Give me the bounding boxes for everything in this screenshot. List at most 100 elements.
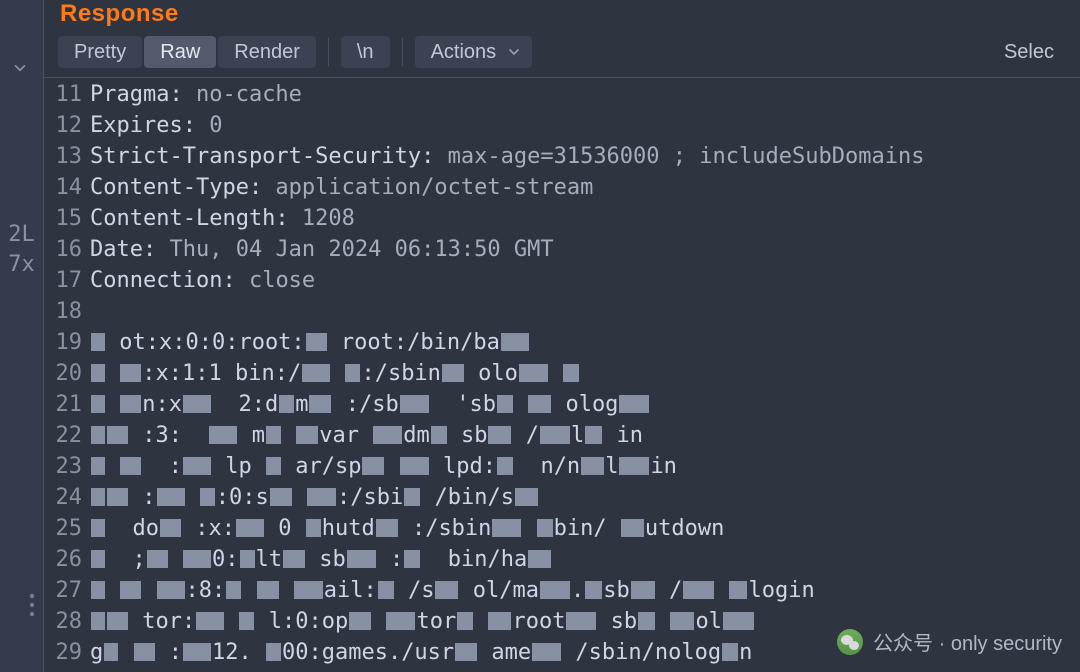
redaction-block bbox=[91, 395, 105, 413]
redaction-block bbox=[362, 457, 384, 475]
redaction-block bbox=[378, 581, 394, 599]
header-value: max-age=31536000 ; includeSubDomains bbox=[434, 144, 924, 169]
redaction-block bbox=[349, 612, 371, 630]
newline-toggle-button[interactable]: \n bbox=[341, 36, 390, 68]
left-sidebar: 2L 7x bbox=[0, 0, 44, 672]
redaction-block bbox=[91, 457, 105, 475]
redaction-block bbox=[306, 519, 321, 537]
code-line: :8: ail: /s ol/ma.sb / login bbox=[90, 575, 1080, 606]
redaction-block bbox=[566, 612, 596, 630]
select-button[interactable]: Selec bbox=[988, 36, 1070, 68]
redaction-block bbox=[270, 488, 292, 506]
actions-menu-button[interactable]: Actions bbox=[415, 36, 533, 68]
redaction-block bbox=[147, 550, 168, 568]
redaction-block bbox=[266, 426, 281, 444]
redaction-block bbox=[296, 426, 318, 444]
redaction-block bbox=[91, 550, 105, 568]
code-line: Date: Thu, 04 Jan 2024 06:13:50 GMT bbox=[90, 234, 1080, 265]
redaction-block bbox=[376, 519, 398, 537]
toolbar-divider bbox=[328, 38, 329, 66]
redaction-block bbox=[386, 612, 415, 630]
redaction-block bbox=[160, 519, 181, 537]
chevron-down-icon bbox=[506, 44, 522, 60]
tab-render[interactable]: Render bbox=[218, 36, 316, 68]
header-key: Pragma: bbox=[90, 82, 183, 107]
redaction-block bbox=[435, 581, 458, 599]
redaction-block bbox=[91, 364, 105, 382]
redaction-block bbox=[683, 581, 714, 599]
redaction-block bbox=[157, 581, 185, 599]
code-line: Expires: 0 bbox=[90, 110, 1080, 141]
redaction-block bbox=[519, 364, 548, 382]
redaction-block bbox=[294, 581, 323, 599]
redaction-block bbox=[107, 488, 128, 506]
redaction-block bbox=[200, 488, 215, 506]
redaction-block bbox=[183, 550, 211, 568]
drag-handle-icon[interactable] bbox=[30, 594, 34, 616]
redaction-block bbox=[266, 457, 281, 475]
redaction-block bbox=[104, 643, 118, 661]
line-number: 27 bbox=[44, 575, 82, 606]
line-number: 12 bbox=[44, 110, 82, 141]
header-value: Thu, 04 Jan 2024 06:13:50 GMT bbox=[156, 237, 553, 262]
line-number: 14 bbox=[44, 172, 82, 203]
line-number: 20 bbox=[44, 358, 82, 389]
header-key: Expires: bbox=[90, 113, 196, 138]
redaction-block bbox=[91, 581, 105, 599]
redaction-block bbox=[283, 550, 305, 568]
redaction-block bbox=[120, 395, 141, 413]
watermark-label: 公众号 · only security bbox=[873, 627, 1062, 656]
chevron-down-icon[interactable] bbox=[8, 56, 32, 80]
code-line: Content-Type: application/octet-stream bbox=[90, 172, 1080, 203]
redaction-block bbox=[532, 643, 561, 661]
code-line: Content-Length: 1208 bbox=[90, 203, 1080, 234]
redaction-block bbox=[345, 364, 360, 382]
redaction-block bbox=[209, 426, 237, 444]
redaction-block bbox=[226, 581, 241, 599]
tab-raw[interactable]: Raw bbox=[144, 36, 216, 68]
code-line: : lp ar/sp lpd: n/nlin bbox=[90, 451, 1080, 482]
line-number: 19 bbox=[44, 327, 82, 358]
watermark: 公众号 · only security bbox=[837, 627, 1062, 656]
tab-pretty[interactable]: Pretty bbox=[58, 36, 142, 68]
redaction-block bbox=[404, 550, 420, 568]
line-number: 22 bbox=[44, 420, 82, 451]
code-line: Strict-Transport-Security: max-age=31536… bbox=[90, 141, 1080, 172]
line-number: 16 bbox=[44, 234, 82, 265]
redaction-block bbox=[91, 333, 105, 351]
redaction-block bbox=[239, 612, 254, 630]
redaction-block bbox=[236, 519, 264, 537]
response-body-editor[interactable]: 11121314151617181920212223242526272829 P… bbox=[44, 78, 1080, 672]
redaction-block bbox=[540, 426, 570, 444]
redaction-block bbox=[279, 395, 294, 413]
line-number: 25 bbox=[44, 513, 82, 544]
redaction-block bbox=[619, 457, 649, 475]
view-mode-segment: Pretty Raw Render bbox=[58, 36, 316, 68]
line-number: 29 bbox=[44, 637, 82, 668]
redaction-block bbox=[670, 612, 694, 630]
header-value: close bbox=[236, 268, 315, 293]
line-number: 15 bbox=[44, 203, 82, 234]
header-key: Connection: bbox=[90, 268, 236, 293]
redaction-block bbox=[91, 426, 105, 444]
line-number: 28 bbox=[44, 606, 82, 637]
header-value: application/octet-stream bbox=[262, 175, 593, 200]
redaction-block bbox=[400, 457, 429, 475]
code-line: do :x: 0 hutd :/sbin bin/ utdown bbox=[90, 513, 1080, 544]
redaction-block bbox=[585, 581, 602, 599]
redaction-block bbox=[442, 364, 464, 382]
redaction-block bbox=[404, 488, 420, 506]
code-line: n:x 2:dm :/sb 'sb olog bbox=[90, 389, 1080, 420]
redaction-block bbox=[347, 550, 376, 568]
header-key: Date: bbox=[90, 237, 156, 262]
code-line: Connection: close bbox=[90, 265, 1080, 296]
redaction-block bbox=[457, 612, 473, 630]
redaction-block bbox=[400, 395, 429, 413]
code-line: : :0:s :/sbi /bin/s bbox=[90, 482, 1080, 513]
redaction-block bbox=[307, 488, 336, 506]
response-text-content[interactable]: Pragma: no-cacheExpires: 0Strict-Transpo… bbox=[90, 78, 1080, 672]
redaction-block bbox=[497, 457, 513, 475]
line-number: 21 bbox=[44, 389, 82, 420]
header-value: 0 bbox=[196, 113, 223, 138]
header-value: 1208 bbox=[289, 206, 355, 231]
